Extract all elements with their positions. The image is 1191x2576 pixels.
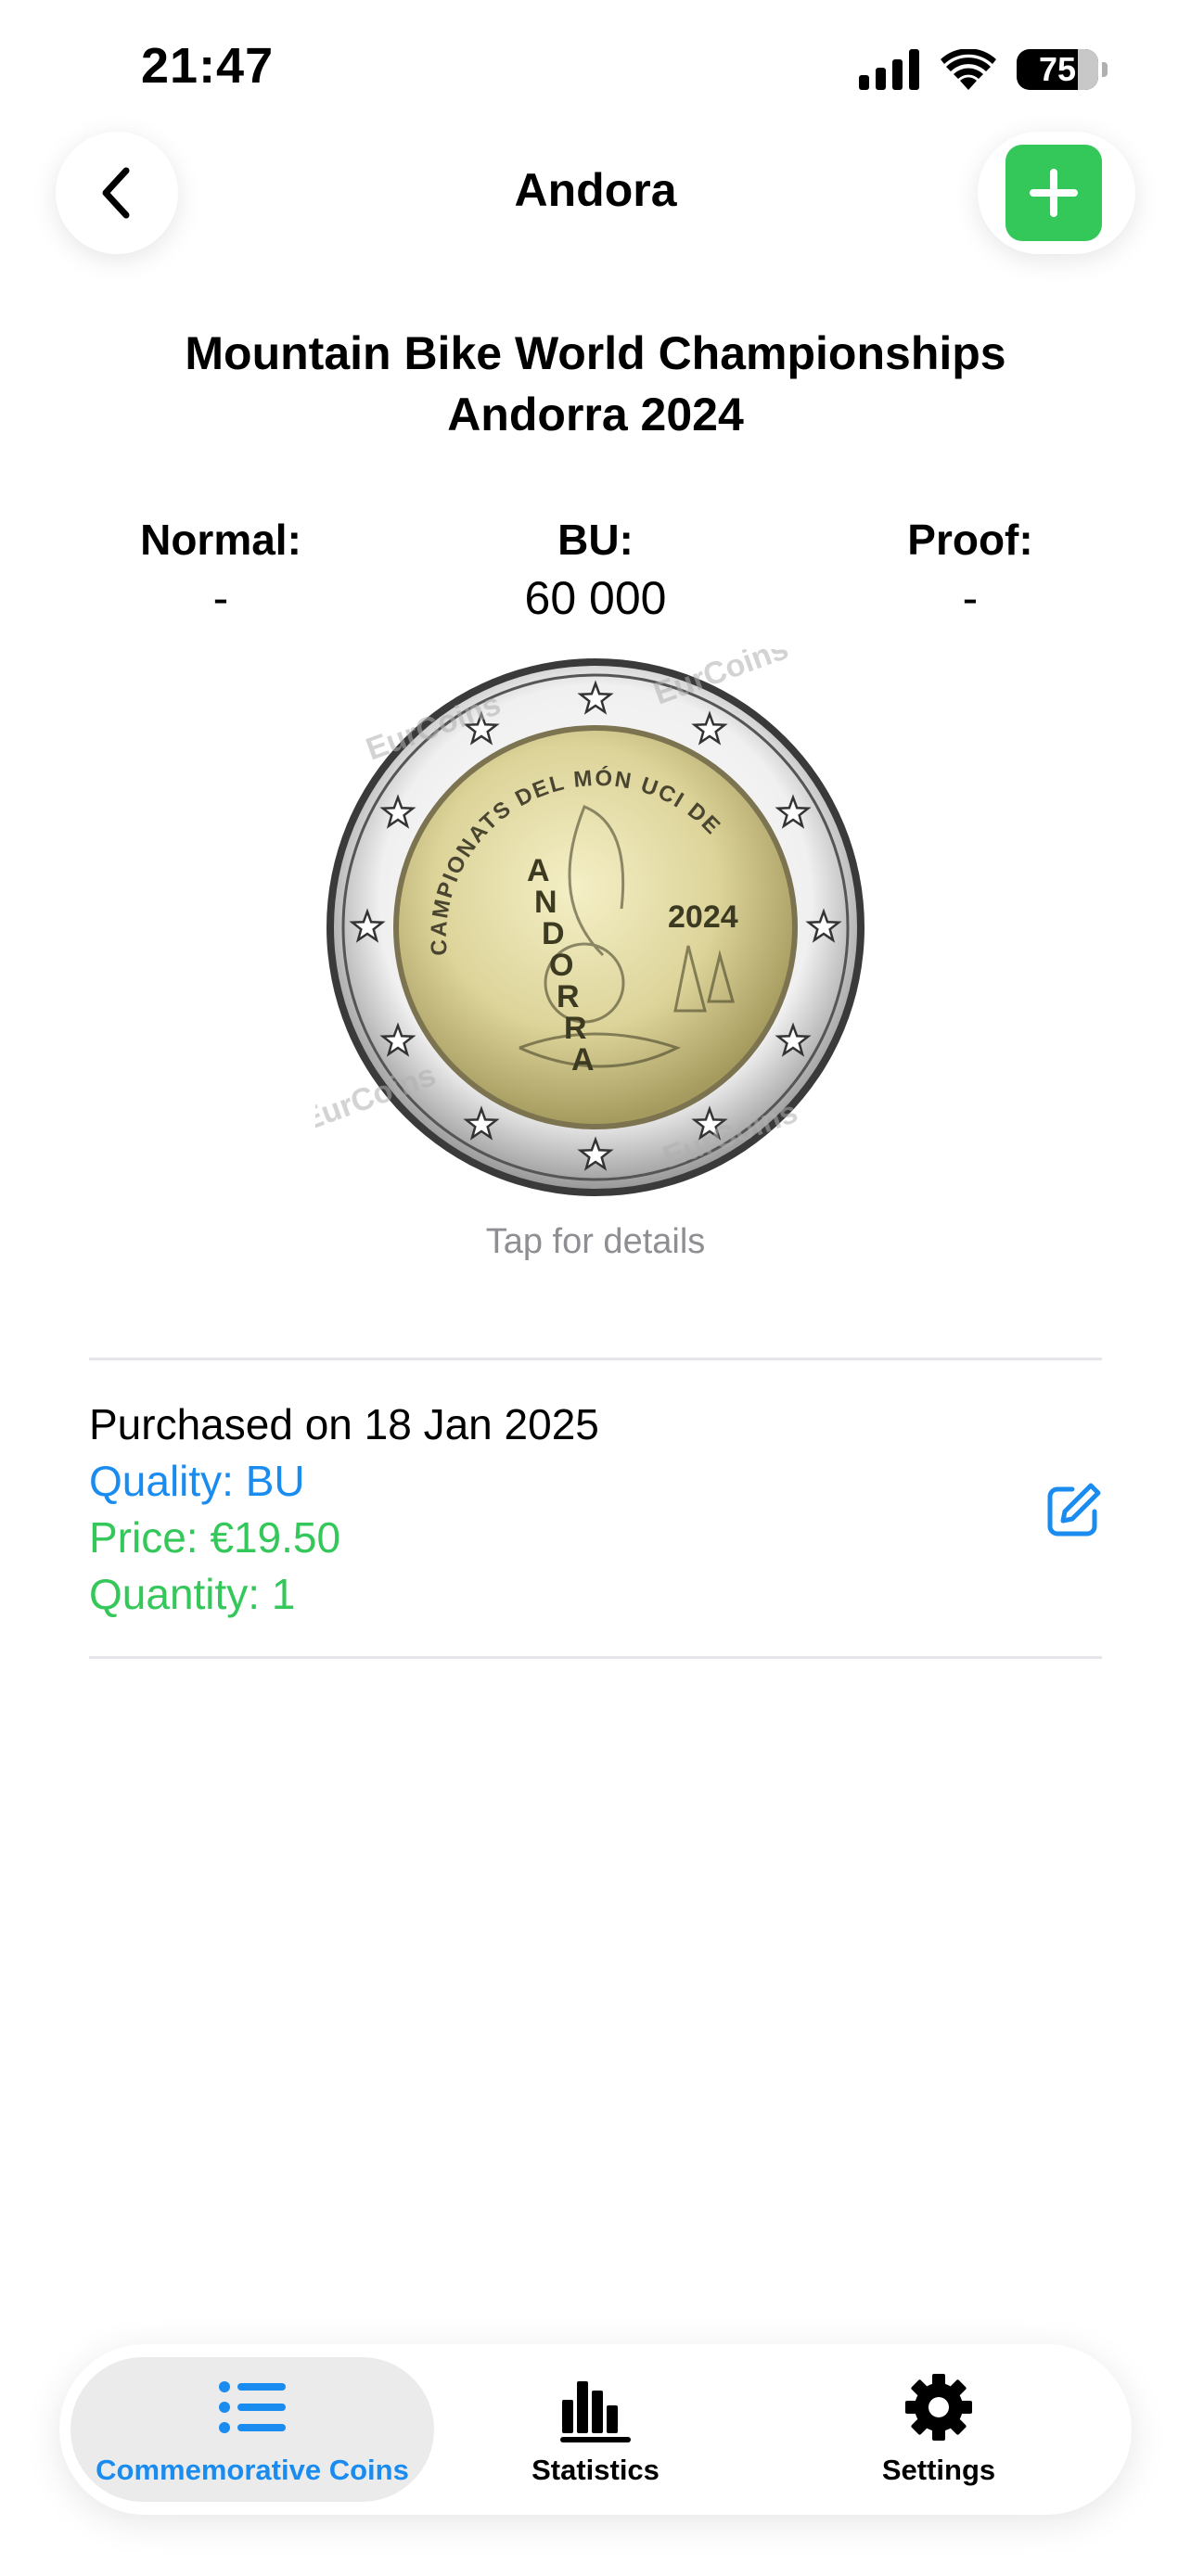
tab-bar: Commemorative Coins Statistics Settings xyxy=(59,2344,1132,2515)
coin-illustration: CAMPIONATS DEL MÓN UCI DE BTT ANDORRA 20… xyxy=(297,630,864,1196)
coin-image[interactable]: CAMPIONATS DEL MÓN UCI DE BTT ANDORRA 20… xyxy=(297,630,876,1205)
mintage-proof-label: Proof: xyxy=(907,516,1033,564)
mintage-proof: Proof: - xyxy=(831,512,1109,629)
battery-indicator: 75 xyxy=(1017,49,1108,90)
add-button-container xyxy=(978,132,1135,254)
tab-commemorative-coins-label: Commemorative Coins xyxy=(96,2454,409,2486)
mintage-stats: Normal: - BU: 60 000 Proof: - xyxy=(0,512,1191,632)
cellular-signal-icon xyxy=(859,49,919,90)
bar-chart-icon xyxy=(560,2381,631,2442)
mintage-bu: BU: 60 000 xyxy=(456,512,735,629)
edit-purchase-button[interactable] xyxy=(1044,1482,1102,1539)
purchase-date: Purchased on 18 Jan 2025 xyxy=(89,1400,599,1448)
purchase-price: Price: €19.50 xyxy=(89,1513,341,1562)
battery-level: 75 xyxy=(1038,50,1077,88)
list-icon xyxy=(219,2381,286,2433)
mintage-proof-value: - xyxy=(962,572,979,624)
mintage-normal-label: Normal: xyxy=(140,516,301,564)
add-coin-button[interactable] xyxy=(1005,145,1102,241)
purchase-quality: Quality: BU xyxy=(89,1457,305,1505)
mintage-normal-value: - xyxy=(212,572,229,624)
purchase-quantity: Quantity: 1 xyxy=(89,1570,296,1618)
coin-year: 2024 xyxy=(668,899,738,935)
gear-icon xyxy=(905,2374,972,2441)
divider xyxy=(89,1656,1102,1659)
divider xyxy=(89,1358,1102,1360)
edit-icon xyxy=(1047,1483,1101,1537)
tab-commemorative-coins[interactable]: Commemorative Coins xyxy=(70,2357,434,2502)
tab-settings-label: Settings xyxy=(881,2454,996,2486)
status-bar: 21:47 75 xyxy=(0,0,1191,139)
status-icons: 75 xyxy=(859,46,1108,93)
coin-title-line2: Andorra 2024 xyxy=(447,389,744,440)
tap-for-details-caption[interactable]: Tap for details xyxy=(0,1222,1191,1262)
mintage-normal: Normal: - xyxy=(82,512,360,629)
plus-icon xyxy=(1030,169,1078,217)
tab-settings[interactable]: Settings xyxy=(757,2357,1121,2502)
coin-title: Mountain Bike World Championships Andorr… xyxy=(0,323,1191,445)
tab-statistics-label: Statistics xyxy=(531,2454,660,2486)
mintage-bu-value: 60 000 xyxy=(524,572,667,624)
tab-statistics[interactable]: Statistics xyxy=(414,2357,777,2502)
purchase-info: Purchased on 18 Jan 2025 Quality: BU Pri… xyxy=(89,1396,1102,1623)
coin-title-line1: Mountain Bike World Championships xyxy=(185,327,1006,379)
status-time: 21:47 xyxy=(141,38,275,94)
mintage-bu-label: BU: xyxy=(557,516,634,564)
wifi-icon xyxy=(941,49,996,90)
